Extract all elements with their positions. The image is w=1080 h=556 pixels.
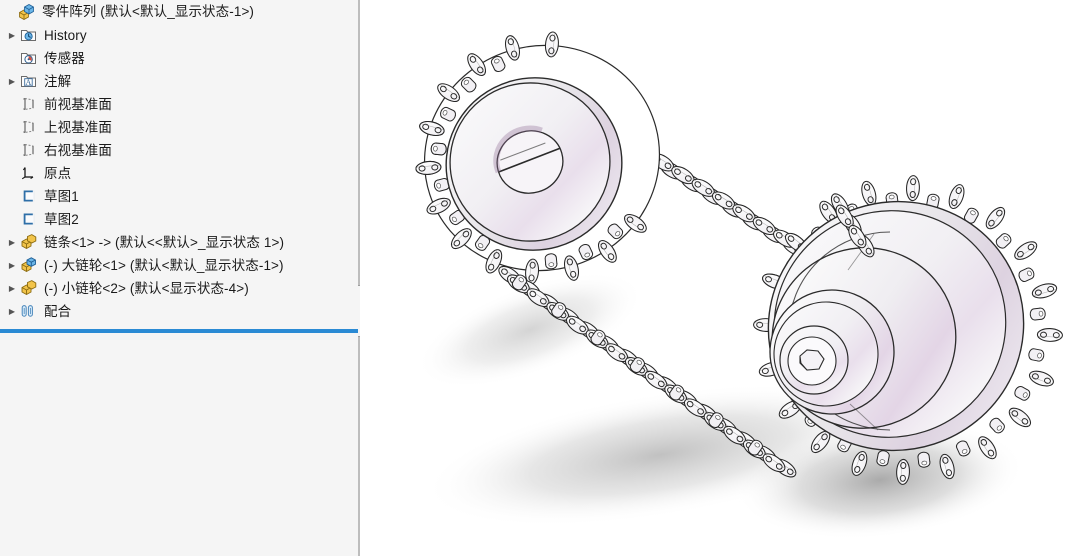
tree-item-chain-component[interactable]: ▶ 链条<1> -> (默认<<默认>_显示状态 1>) — [0, 231, 358, 254]
sensor-folder-icon — [20, 50, 40, 68]
tree-root-label: 零件阵列 (默认<默认_显示状态-1>) — [42, 4, 255, 19]
part-icon — [20, 279, 40, 298]
tree-item-label: 前视基准面 — [44, 96, 112, 112]
tree-item-sketch1[interactable]: ▶ 草图1 — [0, 185, 358, 208]
part-blue-icon — [20, 256, 40, 275]
tree-item-front-plane[interactable]: ▶ 前视基准面 — [0, 93, 358, 116]
spacer: ▶ — [4, 55, 20, 63]
tree-root-item[interactable]: ▶ 零件阵列 (默认<默认_显示状态-1>) — [0, 0, 358, 24]
plane-icon — [20, 119, 40, 137]
spacer: ▶ — [4, 124, 20, 132]
tree-item-right-plane[interactable]: ▶ 右视基准面 — [0, 139, 358, 162]
sketch-icon — [20, 211, 40, 229]
mates-icon — [20, 303, 40, 321]
tree-item-label: (-) 大链轮<1> (默认<默认_显示状态-1>) — [44, 257, 284, 273]
plane-icon — [20, 142, 40, 160]
expand-arrow-icon[interactable]: ▶ — [4, 261, 20, 270]
tree-item-label: 链条<1> -> (默认<<默认>_显示状态 1>) — [44, 234, 285, 250]
tree-item-sketch2[interactable]: ▶ 草图2 — [0, 208, 358, 231]
tree-item-label: (-) 小链轮<2> (默认<显示状态-4>) — [44, 280, 249, 296]
tree-item-label: 注解 — [44, 73, 72, 89]
tree-item-sensors[interactable]: ▶ 传感器 — [0, 47, 358, 70]
tree-item-label: History — [44, 27, 87, 43]
expand-arrow-icon[interactable]: ▶ — [4, 77, 20, 86]
spacer: ▶ — [2, 8, 18, 16]
annotations-folder-icon: A — [20, 73, 40, 91]
spacer: ▶ — [4, 216, 20, 224]
small-sprocket — [414, 30, 661, 286]
feature-tree-panel: ▶ 零件阵列 (默认<默认_显示状态-1>) ▶ — [0, 0, 358, 556]
tree-item-large-sprocket-component[interactable]: ▶ (-) 大链轮<1> (默认<默认_显示状态-1>) — [0, 254, 358, 277]
solidworks-window: ▶ 零件阵列 (默认<默认_显示状态-1>) ▶ — [0, 0, 1080, 556]
assembly-icon — [18, 3, 38, 21]
plane-icon — [20, 96, 40, 114]
expand-arrow-icon[interactable]: ▶ — [4, 31, 20, 40]
tree-selection-divider — [0, 329, 358, 333]
tree-item-label: 配合 — [44, 303, 72, 319]
graphics-viewport[interactable] — [360, 0, 1080, 556]
origin-icon — [20, 165, 40, 183]
tree-item-history[interactable]: ▶ History — [0, 24, 358, 47]
tree-item-mates[interactable]: ▶ 配合 — [0, 300, 358, 323]
spacer: ▶ — [4, 170, 20, 178]
svg-text:A: A — [26, 78, 32, 87]
spacer: ▶ — [4, 147, 20, 155]
tree-item-label: 草图1 — [44, 188, 79, 204]
tree-item-label: 上视基准面 — [44, 119, 112, 135]
tree-item-origin[interactable]: ▶ 原点 — [0, 162, 358, 185]
expand-arrow-icon[interactable]: ▶ — [4, 307, 20, 316]
expand-arrow-icon[interactable]: ▶ — [4, 238, 20, 247]
expand-arrow-icon[interactable]: ▶ — [4, 284, 20, 293]
feature-tree-list[interactable]: ▶ 零件阵列 (默认<默认_显示状态-1>) ▶ — [0, 0, 358, 556]
tree-item-annotations[interactable]: ▶ A 注解 — [0, 70, 358, 93]
sketch-icon — [20, 188, 40, 206]
tree-item-label: 原点 — [44, 165, 72, 181]
history-folder-icon — [20, 27, 40, 45]
tree-item-small-sprocket-component[interactable]: ▶ (-) 小链轮<2> (默认<显示状态-4>) — [0, 277, 358, 300]
spacer: ▶ — [4, 193, 20, 201]
model-render — [414, 30, 1064, 540]
tree-item-top-plane[interactable]: ▶ 上视基准面 — [0, 116, 358, 139]
spacer: ▶ — [4, 101, 20, 109]
tree-item-label: 右视基准面 — [44, 142, 112, 158]
tree-item-label: 草图2 — [44, 211, 79, 227]
part-icon — [20, 233, 40, 252]
tree-item-label: 传感器 — [44, 50, 85, 66]
